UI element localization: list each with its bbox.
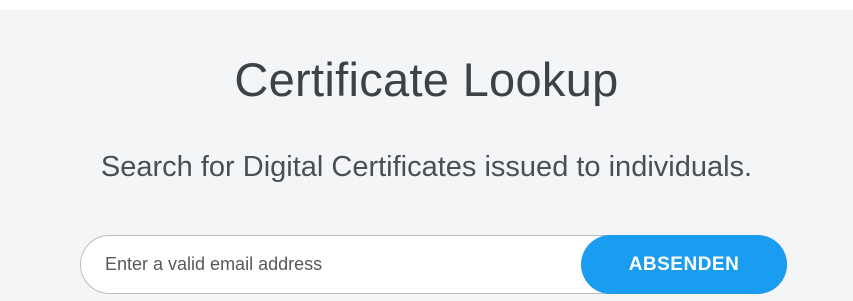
page-title: Certificate Lookup [234, 53, 619, 106]
submit-button[interactable]: ABSENDEN [581, 235, 787, 294]
page-subtitle: Search for Digital Certificates issued t… [100, 151, 753, 183]
search-form: ABSENDEN [80, 235, 787, 294]
